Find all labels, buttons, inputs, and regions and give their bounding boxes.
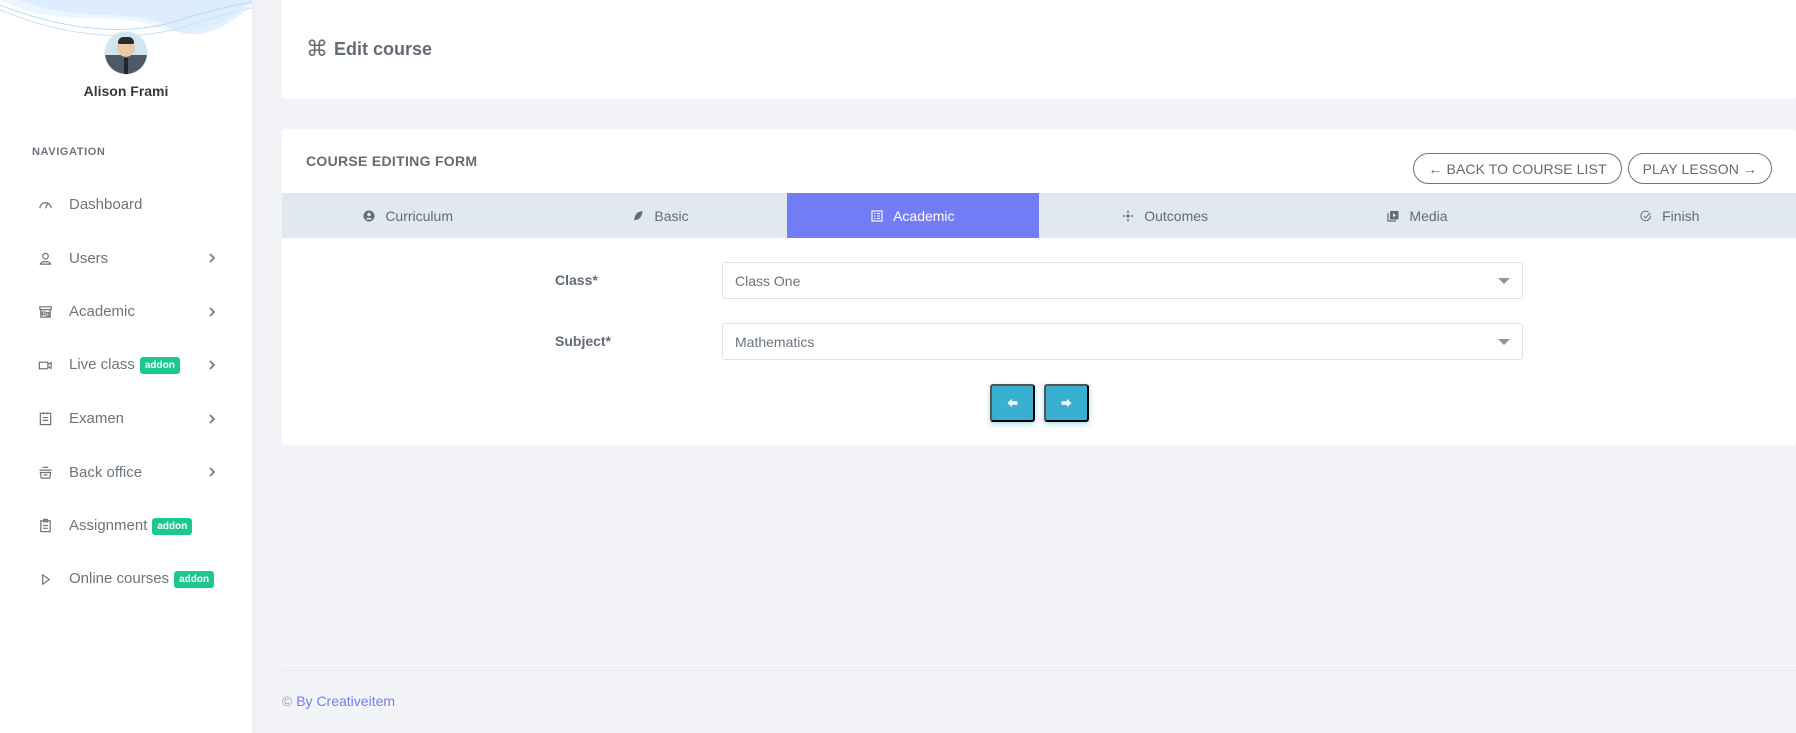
class-select[interactable]: Class One xyxy=(722,262,1523,299)
form-row-subject: Subject* Mathematics xyxy=(282,323,1796,361)
form-row-class: Class* Class One xyxy=(282,262,1796,300)
previous-button[interactable] xyxy=(989,384,1035,422)
nav-heading: NAVIGATION xyxy=(32,146,106,158)
dashboard-gauge-icon xyxy=(37,197,53,213)
sidebar-item-label: Academic xyxy=(69,303,135,321)
video-camera-icon xyxy=(37,357,53,373)
sidebar-item-back-office[interactable]: Back office xyxy=(0,446,252,500)
chevron-right-icon xyxy=(209,467,216,477)
chevron-right-icon xyxy=(209,360,216,370)
tab-label: Curriculum xyxy=(385,207,453,224)
user-profile[interactable]: Alison Frami xyxy=(0,32,252,99)
arrow-right-icon xyxy=(1061,398,1071,408)
list-box-icon xyxy=(871,209,883,222)
sidebar-item-examen[interactable]: Examen xyxy=(0,392,252,446)
page-header: ⌘ Edit course xyxy=(282,0,1796,99)
sidebar-item-online-courses[interactable]: Online courses addon xyxy=(0,553,252,607)
clipboard-icon xyxy=(37,518,53,534)
creativeitem-link[interactable]: By Creativeitem xyxy=(296,693,395,709)
check-circle-icon xyxy=(1640,210,1652,222)
back-to-course-list-button[interactable]: ← BACK TO COURSE LIST xyxy=(1413,153,1622,184)
tab-label: Outcomes xyxy=(1144,207,1209,224)
tab-label: Academic xyxy=(893,207,955,224)
user-icon xyxy=(37,250,53,266)
video-library-icon xyxy=(1387,210,1399,222)
page-title-text: Edit course xyxy=(334,38,433,59)
chevron-right-icon xyxy=(209,307,216,317)
addon-badge: addon xyxy=(174,571,215,589)
sidebar-item-label: Users xyxy=(69,249,109,267)
tab-academic[interactable]: Academic xyxy=(786,193,1039,238)
course-editing-form: COURSE EDITING FORM ← BACK TO COURSE LIS… xyxy=(282,129,1796,445)
sidebar-item-dashboard[interactable]: Dashboard xyxy=(0,178,252,232)
form-actions: ← BACK TO COURSE LIST PLAY LESSON → xyxy=(1413,153,1772,184)
copyright-symbol: © xyxy=(282,693,293,709)
addon-badge: addon xyxy=(152,517,193,535)
user-name: Alison Frami xyxy=(83,83,169,99)
play-outline-icon xyxy=(37,571,53,587)
next-button[interactable] xyxy=(1043,384,1089,422)
sidebar-nav: Dashboard Users Academic Live class addon xyxy=(0,178,252,606)
tab-label: Media xyxy=(1409,207,1448,224)
tab-media[interactable]: Media xyxy=(1291,193,1543,238)
account-circle-icon xyxy=(363,210,375,222)
sidebar: Alison Frami NAVIGATION Dashboard Users … xyxy=(0,0,252,733)
sidebar-item-label: Live class addon xyxy=(69,356,180,375)
form-tabs: Curriculum Basic Academic Outcomes Media… xyxy=(282,193,1796,238)
sidebar-item-label: Examen xyxy=(69,410,125,428)
sidebar-item-label: Dashboard xyxy=(69,196,143,214)
caret-down-icon xyxy=(1498,278,1510,284)
avatar[interactable] xyxy=(105,32,147,74)
main-content: ⌘ Edit course COURSE EDITING FORM ← BACK… xyxy=(252,0,1796,733)
command-icon: ⌘ xyxy=(306,36,328,61)
tab-curriculum[interactable]: Curriculum xyxy=(282,193,534,238)
caret-down-icon xyxy=(1498,339,1510,345)
subject-label: Subject* xyxy=(555,333,612,349)
form-title: COURSE EDITING FORM xyxy=(306,153,478,169)
basket-icon xyxy=(37,464,53,480)
sidebar-item-label: Online courses addon xyxy=(69,570,215,589)
addon-badge: addon xyxy=(139,357,180,375)
footer: © By Creativeitem xyxy=(282,670,1796,733)
tab-label: Finish xyxy=(1662,207,1700,224)
sidebar-item-live-class[interactable]: Live class addon xyxy=(0,339,252,393)
move-arrows-icon xyxy=(1122,210,1134,222)
sidebar-item-assignment[interactable]: Assignment addon xyxy=(0,499,252,553)
clipboard-list-icon xyxy=(37,411,53,427)
page-title: ⌘ Edit course xyxy=(306,38,432,60)
feather-icon xyxy=(632,210,644,222)
tab-finish[interactable]: Finish xyxy=(1544,193,1796,238)
store-icon xyxy=(37,304,53,320)
tab-label: Basic xyxy=(654,207,689,224)
sidebar-item-users[interactable]: Users xyxy=(0,232,252,286)
tab-basic[interactable]: Basic xyxy=(534,193,786,238)
sidebar-item-academic[interactable]: Academic xyxy=(0,285,252,339)
tab-outcomes[interactable]: Outcomes xyxy=(1039,193,1291,238)
sidebar-item-label: Back office xyxy=(69,463,143,481)
wizard-navigation xyxy=(282,384,1796,422)
subject-select[interactable]: Mathematics xyxy=(722,323,1523,360)
chevron-right-icon xyxy=(209,253,216,263)
play-lesson-button[interactable]: PLAY LESSON → xyxy=(1627,153,1772,184)
sidebar-item-label: Assignment addon xyxy=(69,517,193,535)
class-label: Class* xyxy=(555,272,598,288)
subject-select-value: Mathematics xyxy=(735,333,815,350)
arrow-left-icon xyxy=(1007,398,1017,408)
footer-copyright: © By Creativeitem xyxy=(282,693,395,709)
chevron-right-icon xyxy=(209,414,216,424)
class-select-value: Class One xyxy=(735,272,801,289)
